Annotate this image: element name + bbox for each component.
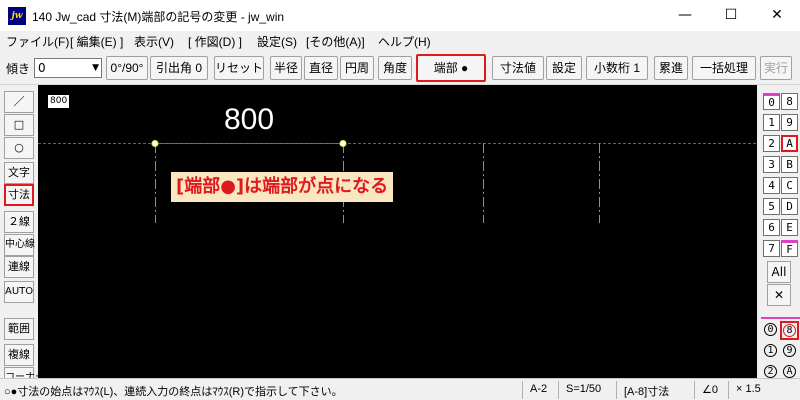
layer-8[interactable]: 8 <box>781 93 798 110</box>
tool-parallel-line[interactable]: 複線 <box>4 344 34 366</box>
dimension-value-button[interactable]: 寸法値 <box>492 56 544 80</box>
settings-button[interactable]: 設定 <box>546 56 582 80</box>
diameter-button[interactable]: 直径 <box>304 56 338 80</box>
group-8[interactable]: 8 <box>780 321 799 340</box>
endpoint-dot <box>151 139 159 148</box>
tool-rectangle[interactable]: □ <box>4 114 34 136</box>
reset-button[interactable]: リセット <box>214 56 264 80</box>
status-divider <box>694 381 695 399</box>
clear-layers-button[interactable]: ✕ <box>767 284 791 306</box>
group-1-label: 1 <box>764 344 777 357</box>
maximize-button[interactable]: ☐ <box>708 0 754 31</box>
group-divider <box>761 317 800 319</box>
tool-range[interactable]: 範囲 <box>4 318 34 340</box>
group-a-label: A <box>783 365 796 378</box>
tool-corner[interactable]: コーナー <box>4 367 38 378</box>
group-1[interactable]: 1 <box>761 342 780 361</box>
menu-edit[interactable]: [ 編集(E) ] <box>70 33 123 50</box>
endpoint-dot-button[interactable]: 端部 ● <box>416 54 486 82</box>
scale-status[interactable]: S=1/50 <box>566 383 601 395</box>
radius-button[interactable]: 半径 <box>270 56 302 80</box>
tool-dimension[interactable]: 寸法 <box>4 184 34 206</box>
status-divider <box>616 381 617 399</box>
layer-a[interactable]: A <box>781 135 798 152</box>
layer-panel: 0 8 1 9 2 A 3 B 4 C 5 D 6 E 7 F All ✕ 0 … <box>757 85 800 378</box>
tool-circle[interactable]: ○ <box>4 137 34 159</box>
layer-0[interactable]: 0 <box>763 93 780 110</box>
layer-2[interactable]: 2 <box>763 135 780 152</box>
chevron-down-icon: ▼ <box>92 63 99 73</box>
group-0[interactable]: 0 <box>761 321 780 340</box>
status-message: ○●寸法の始点はﾏｳｽ(L)、連続入力の終点はﾏｳｽ(R)で指示して下さい。 <box>4 386 343 398</box>
status-divider <box>522 381 523 399</box>
group-8-label: 8 <box>783 324 796 337</box>
tool-double-line[interactable]: ２線 <box>4 211 34 233</box>
all-layers-button[interactable]: All <box>767 261 791 283</box>
tilt-select[interactable]: 0 ▼ <box>34 58 102 78</box>
drawing-svg <box>38 139 757 223</box>
angle-button[interactable]: 角度 <box>378 56 412 80</box>
tool-auto[interactable]: AUTO <box>4 281 34 303</box>
menu-file[interactable]: ファイル(F) <box>6 33 69 50</box>
minimize-button[interactable]: — <box>662 0 708 31</box>
angle-status[interactable]: ∠0 <box>702 383 718 396</box>
tilt-label: 傾き <box>6 62 31 76</box>
tool-text[interactable]: 文字 <box>4 162 34 184</box>
close-button[interactable]: ✕ <box>754 0 800 31</box>
decimal-places-button[interactable]: 小数桁 1 <box>586 56 648 80</box>
paper-size[interactable]: A-2 <box>530 383 547 395</box>
group-2[interactable]: 2 <box>761 363 780 378</box>
menu-settings[interactable]: 設定(S) <box>257 33 297 50</box>
circumference-button[interactable]: 円周 <box>340 56 374 80</box>
group-2-label: 2 <box>764 365 777 378</box>
toolbar: 傾き 0 ▼ 0°/90° 引出角 0 リセット 半径 直径 円周 角度 端部 … <box>0 51 800 85</box>
menu-bar: ファイル(F) [ 編集(E) ] 表示(V) [ 作図(D) ] 設定(S) … <box>0 31 800 51</box>
menu-view[interactable]: 表示(V) <box>134 33 174 50</box>
layer-1[interactable]: 1 <box>763 114 780 131</box>
group-a[interactable]: A <box>780 363 799 378</box>
cumulative-button[interactable]: 累進 <box>654 56 688 80</box>
batch-process-button[interactable]: 一括処理 <box>692 56 756 80</box>
tilt-value: 0 <box>38 61 46 75</box>
window-title: 140 Jw_cad 寸法(M)端部の記号の変更 - jw_win <box>32 10 285 24</box>
title-bar: jw 140 Jw_cad 寸法(M)端部の記号の変更 - jw_win — ☐… <box>0 0 800 31</box>
layer-status[interactable]: [A-8]寸法 <box>624 383 669 399</box>
dimension-value-text: 800 <box>224 103 275 136</box>
tool-center-line[interactable]: 中心線 <box>4 234 35 256</box>
layer-e[interactable]: E <box>781 219 798 236</box>
layer-6[interactable]: 6 <box>763 219 780 236</box>
status-bar: ○●寸法の始点はﾏｳｽ(L)、連続入力の終点はﾏｳｽ(R)で指示して下さい。 A… <box>0 378 800 400</box>
execute-button[interactable]: 実行 <box>760 56 792 80</box>
layer-b[interactable]: B <box>781 156 798 173</box>
group-9[interactable]: 9 <box>780 342 799 361</box>
layer-c[interactable]: C <box>781 177 798 194</box>
group-0-label: 0 <box>764 323 777 336</box>
menu-draw[interactable]: [ 作図(D) ] <box>188 33 242 50</box>
app-icon: jw <box>8 7 26 25</box>
layer-3[interactable]: 3 <box>763 156 780 173</box>
status-divider <box>558 381 559 399</box>
zoom-factor[interactable]: × 1.5 <box>736 383 761 395</box>
layer-d[interactable]: D <box>781 198 798 215</box>
tool-continuous-line[interactable]: 連線 <box>4 256 34 278</box>
layer-f[interactable]: F <box>781 240 798 257</box>
angle-0-90-button[interactable]: 0°/90° <box>106 56 148 80</box>
menu-other[interactable]: [その他(A)] <box>306 33 365 50</box>
layer-7[interactable]: 7 <box>763 240 780 257</box>
group-9-label: 9 <box>783 344 796 357</box>
annotation-label: [端部●]は端部が点になる <box>171 172 394 202</box>
layer-9[interactable]: 9 <box>781 114 798 131</box>
layer-4[interactable]: 4 <box>763 177 780 194</box>
tool-panel: ／ □ ○ 文字 寸法 ２線 中心線 連線 AUTO 範囲 複線 コーナー <box>0 85 38 378</box>
leader-angle-button[interactable]: 引出角 0 <box>150 56 208 80</box>
tool-line[interactable]: ／ <box>4 91 34 113</box>
endpoint-dot <box>339 139 347 148</box>
status-divider <box>728 381 729 399</box>
drawing-canvas[interactable]: 800 800 [端部●]は端部が点になる <box>38 85 757 378</box>
layer-5[interactable]: 5 <box>763 198 780 215</box>
menu-help[interactable]: ヘルプ(H) <box>378 33 431 50</box>
